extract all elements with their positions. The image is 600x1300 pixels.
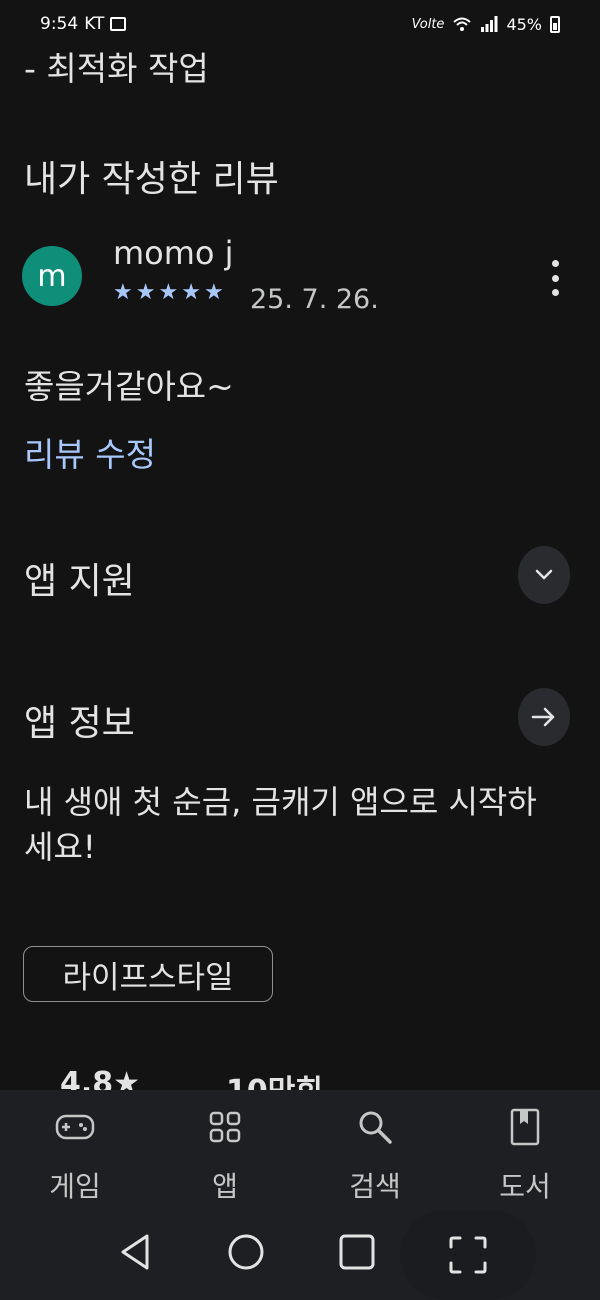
nav-games-label: 게임 bbox=[49, 1170, 101, 1203]
battery-icon bbox=[550, 15, 560, 33]
system-navigation-bar bbox=[0, 1210, 600, 1300]
search-icon bbox=[357, 1102, 393, 1152]
nav-search[interactable]: 검색 bbox=[315, 1102, 435, 1205]
home-button[interactable] bbox=[216, 1222, 276, 1282]
nav-games[interactable]: 게임 bbox=[15, 1102, 135, 1205]
reviewer-name: momo j bbox=[113, 234, 234, 272]
avatar: m bbox=[22, 246, 82, 306]
nav-books-label: 도서 bbox=[499, 1170, 551, 1203]
nav-apps-label: 앱 bbox=[212, 1170, 238, 1203]
home-circle-icon bbox=[228, 1234, 264, 1270]
edit-review-link[interactable]: 리뷰 수정 bbox=[24, 428, 156, 476]
app-info-heading[interactable]: 앱 정보 bbox=[24, 694, 135, 746]
chevron-down-icon bbox=[535, 569, 553, 580]
wifi-icon bbox=[453, 17, 472, 31]
apps-grid-icon bbox=[209, 1102, 241, 1152]
nav-apps[interactable]: 앱 bbox=[165, 1102, 285, 1205]
avatar-letter: m bbox=[37, 258, 67, 294]
star-icon: ★ bbox=[135, 280, 156, 305]
back-triangle-icon bbox=[121, 1234, 149, 1270]
book-icon bbox=[510, 1102, 540, 1152]
screen-capture-button[interactable] bbox=[400, 1210, 536, 1300]
review-date: 25. 7. 26. bbox=[250, 284, 379, 315]
nav-search-label: 검색 bbox=[349, 1170, 401, 1203]
open-app-info-button[interactable] bbox=[518, 688, 570, 746]
signal-icon bbox=[481, 16, 498, 32]
battery-percent: 45% bbox=[506, 14, 542, 34]
message-notification-icon bbox=[110, 17, 127, 31]
star-icon: ★ bbox=[113, 280, 133, 305]
nav-books[interactable]: 도서 bbox=[465, 1102, 585, 1205]
review-text: 좋을거같아요~ bbox=[24, 367, 234, 406]
arrow-right-icon bbox=[531, 707, 555, 727]
capture-frame-icon bbox=[449, 1236, 487, 1274]
category-chip[interactable]: 라이프스타일 bbox=[23, 946, 273, 1002]
recents-square-icon bbox=[339, 1234, 375, 1270]
app-description: 내 생애 첫 순금, 금캐기 앱으로 시작하세요! bbox=[24, 783, 537, 866]
recent-apps-button[interactable] bbox=[327, 1222, 387, 1282]
star-rating: ★ ★ ★ ★ ★ bbox=[113, 280, 224, 305]
carrier: KT bbox=[84, 14, 105, 34]
volte-indicator: Volte bbox=[411, 16, 445, 32]
more-options-icon[interactable] bbox=[549, 260, 561, 296]
status-bar: 9:54 KT Volte 45% bbox=[0, 0, 600, 48]
status-left: 9:54 KT bbox=[40, 14, 127, 34]
expand-app-support-button[interactable] bbox=[518, 546, 570, 604]
app-support-heading[interactable]: 앱 지원 bbox=[24, 552, 135, 604]
star-icon: ★ bbox=[158, 280, 179, 305]
back-button[interactable] bbox=[105, 1222, 165, 1282]
clock: 9:54 bbox=[40, 14, 79, 34]
gamepad-icon bbox=[55, 1102, 95, 1152]
star-icon: ★ bbox=[181, 280, 201, 305]
previous-content-line: - 최적화 작업 bbox=[24, 49, 209, 88]
my-review-heading: 내가 작성한 리뷰 bbox=[24, 159, 279, 200]
status-right: Volte 45% bbox=[412, 15, 560, 34]
star-icon: ★ bbox=[203, 280, 224, 305]
